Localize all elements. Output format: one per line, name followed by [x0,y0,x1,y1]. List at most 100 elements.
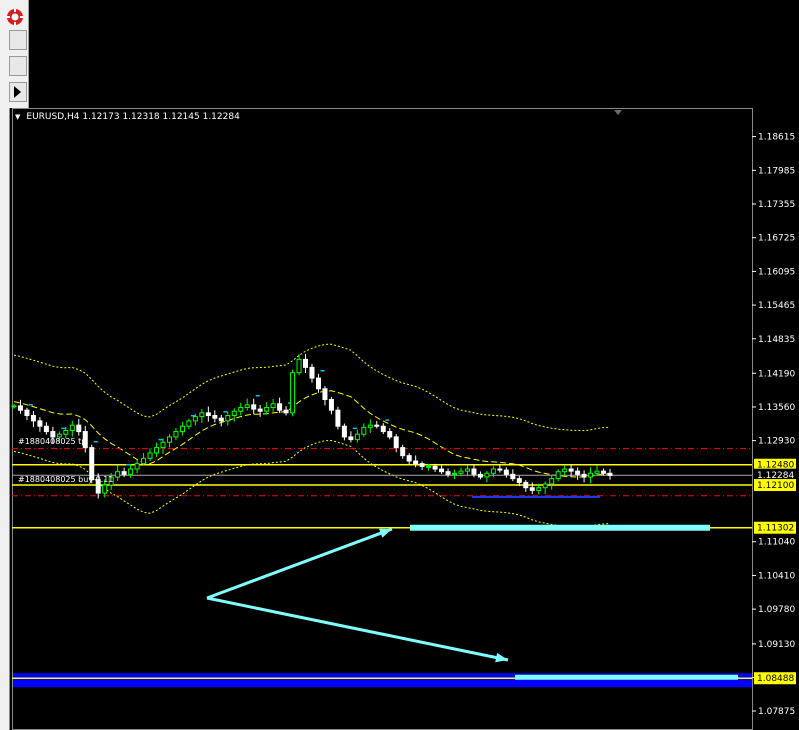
candle-body [30,415,36,422]
candle-body [374,424,380,427]
y-axis-tick-label: 1.12930 [758,437,795,447]
y-axis-tick-label: 1.16725 [758,234,795,244]
candle-body [270,403,276,409]
candle-body [257,408,263,412]
candle-body [205,412,211,417]
y-axis-tick-label: 1.07875 [758,707,795,717]
candle-body [439,468,445,473]
candle-body [380,425,386,433]
candle-body [588,472,594,478]
candle-body [264,407,270,412]
candle-body [283,409,289,414]
y-axis-tick-label: 1.13560 [758,403,795,413]
y-axis-tick-label: 1.17355 [758,200,795,210]
candle-body [529,487,535,491]
candle-body [141,457,147,465]
candle-body [154,447,160,454]
candle-body [354,433,360,441]
candle-body [244,404,250,409]
candle-body [387,431,393,438]
candle-body [11,405,17,408]
candle-body [575,470,581,475]
candle-body [367,424,373,428]
candle-body [212,415,218,419]
order-tp-label: #1880408025 tp [18,437,86,446]
chart-frame [12,108,753,730]
y-axis-tick-label: 1.10410 [758,571,795,581]
candle-body [290,372,296,414]
candle-body [432,465,438,470]
candle-body [471,468,477,475]
symbol-info: EURUSD,H4 1.12173 1.12318 1.12145 1.1228… [26,112,240,122]
candle-body [452,472,458,475]
candle-body [225,415,231,422]
candle-body [549,478,555,485]
candle-body [607,472,613,476]
candle-body [231,410,237,417]
y-axis-tick-label: 1.18615 [758,133,795,143]
candle-body [76,424,82,433]
arrow-up[interactable] [206,527,393,600]
y-axis-tick-label: 1.09130 [758,640,795,650]
candle-body [238,407,244,412]
candle-body [166,436,172,443]
candle-body [17,405,23,411]
candle-body [128,468,134,475]
candle-body [536,487,542,491]
y-axis-tick-label: 1.11040 [758,538,795,548]
candle-body [179,425,185,433]
candle-body [348,436,354,441]
candle-body [361,426,367,435]
y-axis-tick-label: 1.09780 [758,605,795,615]
candle-body [147,452,153,459]
candle-body [121,471,127,475]
arrow-down[interactable] [206,596,509,662]
candle-body [601,470,607,474]
candle-body [542,483,548,489]
candle-body [134,463,140,470]
price-tag-label: 1.12100 [757,481,794,491]
chart-header: ▼ EURUSD,H4 1.12173 1.12318 1.12145 1.12… [15,112,240,122]
candle-body [419,463,425,467]
arrow-up-head [379,528,392,538]
y-axis-tick-label: 1.14190 [758,369,795,379]
y-axis-tick-label: 1.15465 [758,301,795,311]
order-buy-label: #1880408025 buy 0.11 [18,475,113,484]
candle-body [303,358,309,368]
candle-body [24,409,30,417]
candle-body [43,425,49,433]
candle-body [568,468,574,472]
candle-body [464,468,470,472]
price-tag-label: 1.08488 [757,674,794,684]
y-axis-tick-label: 1.16095 [758,267,795,277]
price-chart[interactable]: 1.18615 1.17985 1.17355 1.16725 1.16095 1.154… [0,0,799,730]
dropdown-triangle-icon[interactable]: ▼ [15,113,20,121]
candle-body [309,366,315,379]
candle-body [192,416,198,422]
y-axis-tick-label: 1.17985 [758,166,795,176]
candle-body [523,481,529,489]
candle-body [322,388,328,400]
candle-body [490,468,496,474]
shift-marker-icon[interactable] [614,110,622,115]
candle-body [445,471,451,475]
candle-body [160,441,166,449]
candle-body [218,417,224,422]
candle-body [37,420,43,427]
candle-body [296,358,302,374]
candle-body [63,429,69,435]
candle-body [406,455,412,462]
candle-body [251,404,257,410]
candle-body [69,424,75,431]
candle-body [555,471,561,480]
candle-body [315,377,321,390]
candle-body [510,473,516,480]
candle-body [426,465,432,468]
bollinger-upper-band [13,343,611,432]
candle-body [277,403,283,411]
candle-body [199,412,205,418]
candle-body [102,484,108,494]
candle-body [335,409,341,427]
candle-body [413,460,419,465]
candle-body [477,473,483,478]
